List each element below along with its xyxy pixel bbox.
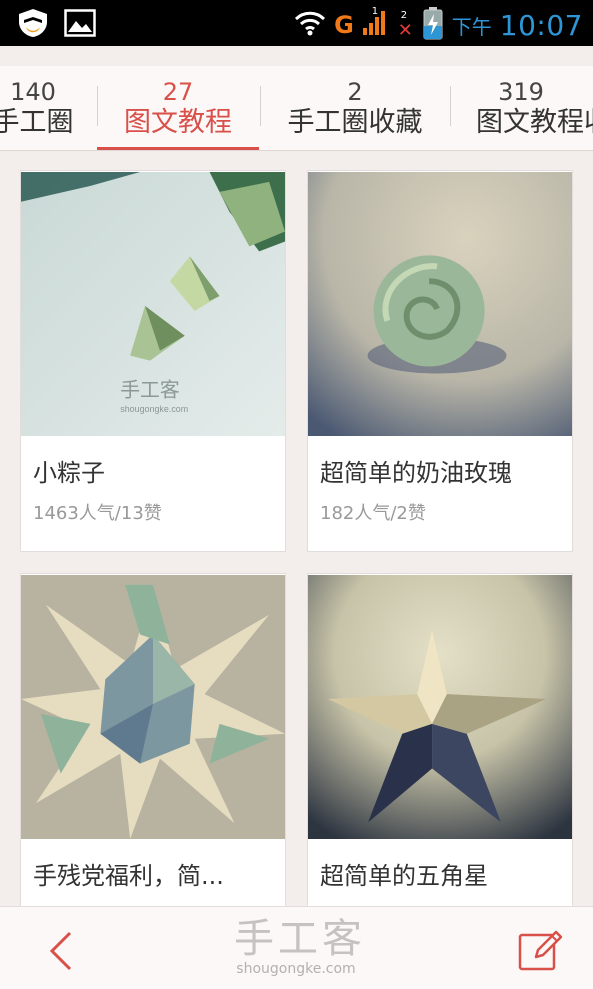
- app-logo: 手工客: [234, 916, 366, 962]
- tab-divider: [450, 86, 451, 126]
- tutorial-card[interactable]: 超简单的五角星: [307, 573, 573, 906]
- image-notification-icon: [64, 9, 96, 41]
- tutorial-thumbnail: [308, 574, 572, 840]
- network-type-label: G: [334, 11, 354, 39]
- status-bar: G 1 2 ✕ 下午 10:07: [0, 0, 593, 46]
- tutorial-title: 手残党福利，简...: [33, 862, 224, 890]
- tutorial-title: 超简单的五角星: [320, 862, 488, 890]
- tutorial-stats: 1463人气/13赞: [33, 503, 162, 524]
- tutorial-card[interactable]: 超简单的奶油玫瑰 182人气/2赞: [307, 170, 573, 552]
- tutorial-stats: 182人气/2赞: [320, 503, 426, 524]
- tutorial-grid: 手工客 shougongke.com 小粽子 1463人气/13赞 超简单的奶油…: [0, 150, 593, 906]
- tutorial-thumbnail: [21, 574, 285, 840]
- watermark-text: 手工客: [120, 379, 180, 401]
- edit-icon: [518, 930, 563, 971]
- app-notification-icon: [16, 8, 50, 42]
- no-signal-x-icon: ✕: [397, 20, 413, 41]
- tab-count: 2: [347, 78, 363, 106]
- tab-label: 手工圈: [0, 107, 74, 138]
- battery-icon: [422, 6, 444, 44]
- signal-sub-label: 1: [371, 6, 379, 17]
- tab-label: 图文教程收: [476, 107, 593, 138]
- tutorial-title: 小粽子: [33, 459, 105, 487]
- tutorial-thumbnail: 手工客 shougongke.com: [21, 171, 285, 437]
- clock: 10:07: [499, 8, 583, 42]
- tab-circle-favorites[interactable]: 2 手工圈收藏: [270, 66, 440, 150]
- no-signal-indicator: 2 ✕: [396, 10, 414, 40]
- watermark-subtext: shougongke.com: [120, 404, 188, 414]
- back-button[interactable]: [36, 925, 86, 975]
- signal-icon: 1: [362, 6, 388, 40]
- tab-divider: [260, 86, 261, 126]
- bottom-bar: 手工客 shougongke.com: [0, 906, 593, 989]
- tab-label: 手工圈收藏: [287, 107, 423, 138]
- tutorial-card[interactable]: 手残党福利，简...: [20, 573, 286, 906]
- tab-count: 140: [10, 78, 56, 106]
- app-logo-subtext: shougongke.com: [236, 961, 356, 977]
- edit-button[interactable]: [516, 925, 566, 975]
- tab-label: 图文教程: [124, 107, 232, 138]
- tab-count: 27: [162, 78, 194, 106]
- chevron-left-icon: [49, 931, 72, 971]
- tab-tutorials[interactable]: 27 图文教程: [97, 66, 259, 150]
- tutorial-stats: [308, 894, 572, 902]
- profile-tabs: 140 手工圈 27 图文教程 2 手工圈收藏 319 图文教程收: [0, 66, 593, 151]
- tab-count: 319: [498, 78, 544, 106]
- tab-handcraft-circle[interactable]: 140 手工圈: [0, 66, 96, 150]
- tutorial-title: 超简单的奶油玫瑰: [320, 459, 512, 487]
- tutorial-thumbnail: [308, 171, 572, 437]
- tutorial-stats: [21, 894, 285, 902]
- wifi-icon: [294, 10, 326, 40]
- tutorial-card[interactable]: 手工客 shougongke.com 小粽子 1463人气/13赞: [20, 170, 286, 552]
- tab-tutorial-favorites[interactable]: 319 图文教程收: [462, 66, 593, 150]
- am-pm-label: 下午: [451, 14, 492, 39]
